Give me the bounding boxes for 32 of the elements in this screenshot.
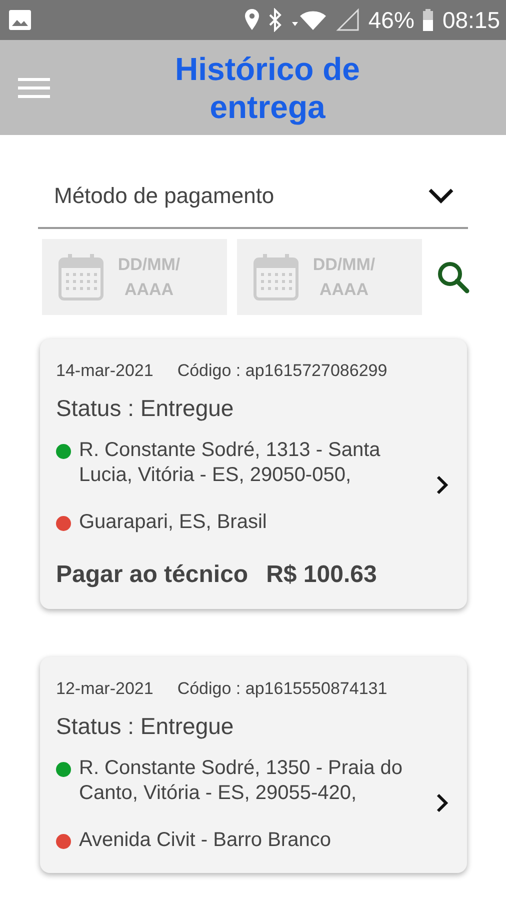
delivery-date: 12-mar-2021: [56, 679, 154, 699]
stop-address: Guarapari, ES, Brasil: [79, 510, 268, 535]
delivery-status: Status : Entregue: [56, 713, 235, 740]
bluetooth-icon: [268, 8, 282, 32]
calendar-icon: [58, 253, 104, 301]
clock-time: 08:15: [442, 6, 500, 34]
payment-method-dropdown[interactable]: Método de pagamento: [38, 165, 468, 229]
chevron-right-icon: [435, 474, 449, 496]
search-button[interactable]: [436, 260, 470, 294]
stop-address: R. Constante Sodré, 1313 - Santa Lucia, Vitória - ES, 29050-050,: [79, 438, 382, 488]
stop-address: Avenida Civit - Barro Branco: [79, 828, 332, 853]
location-icon: [244, 8, 260, 32]
search-icon: [436, 260, 470, 294]
battery-icon: [422, 8, 434, 32]
payment-method: Pagar ao técnico: [56, 561, 248, 589]
image-icon: [8, 9, 32, 31]
delivery-status: Status : Entregue: [56, 395, 235, 422]
screen-title: Histórico de entrega: [174, 50, 361, 126]
delivery-card[interactable]: 14-mar-2021 Código : ap1615727086299 Status : Entregue R. Constante Sodré, 1313 - Santa Lucia, Vitória - ES, 29050-050, Guarapari, ES, Brasil Pagar ao técnico R$ 100.63: [40, 339, 467, 609]
menu-icon: [18, 76, 50, 98]
chevron-down-icon: [428, 188, 454, 204]
battery-percentage: 46%: [368, 6, 414, 34]
delivery-price: R$ 100.63: [266, 561, 377, 589]
chevron-right-icon: [435, 792, 449, 814]
signal-icon: [336, 8, 360, 32]
delivery-code: Código : ap1615727086299: [177, 361, 388, 381]
delivery-card[interactable]: 12-mar-2021 Código : ap1615550874131 Status : Entregue R. Constante Sodré, 1350 - Praia do Canto, Vitória - ES, 29055-420, Avenida Civit - Barro Branco: [40, 657, 467, 873]
delivery-date: 14-mar-2021: [56, 361, 154, 381]
delivery-code: Código : ap1615550874131: [177, 679, 388, 699]
stop-address: R. Constante Sodré, 1350 - Praia do Canto, Vitória - ES, 29055-420,: [79, 756, 404, 806]
wifi-icon: [290, 8, 328, 32]
calendar-icon: [253, 253, 299, 301]
